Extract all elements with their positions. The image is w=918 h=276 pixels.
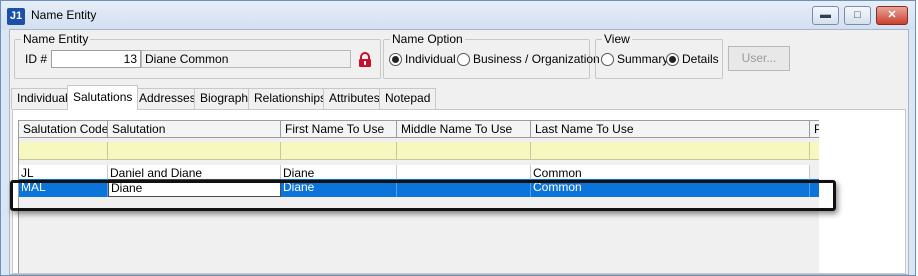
cell-middle-name[interactable] [397, 179, 531, 197]
tab-salutations[interactable]: Salutations [67, 85, 139, 110]
cell-salutation-code[interactable]: MAL [19, 179, 108, 197]
id-label: ID # [25, 52, 48, 66]
details-radio-label[interactable]: Details [682, 52, 719, 66]
tab-attributes[interactable]: Attributes [323, 88, 386, 109]
filter-middle-name[interactable] [397, 142, 531, 160]
name-option-group-label: Name Option [390, 32, 465, 46]
id-field[interactable]: 13 [51, 50, 141, 68]
column-header-first-name[interactable]: First Name To Use [281, 121, 397, 138]
tab-addresses[interactable]: Addresses [133, 88, 202, 109]
filter-salutation-code[interactable] [19, 142, 108, 160]
app-icon: J1 [7, 8, 25, 25]
column-header-middle-name[interactable]: Middle Name To Use [397, 121, 531, 138]
summary-radio-label[interactable]: Summary [617, 52, 668, 66]
column-header-pr[interactable]: Pr [810, 121, 819, 138]
details-radio[interactable] [666, 53, 679, 66]
filter-salutation[interactable] [108, 142, 281, 160]
business-organization-radio-label[interactable]: Business / Organization [473, 52, 600, 66]
user-button[interactable]: User... [728, 46, 790, 71]
summary-radio[interactable] [601, 53, 614, 66]
maximize-icon: □ [854, 9, 861, 21]
business-organization-radio[interactable] [457, 53, 470, 66]
name-entity-group: Name Entity ID # 13 Diane Common [14, 32, 381, 79]
salutations-tab-panel: Salutation Code Salutation First Name To… [12, 109, 906, 274]
name-option-group: Name Option Individual Business / Organi… [383, 32, 600, 79]
lock-icon [358, 52, 372, 71]
maximize-button[interactable]: □ [844, 6, 871, 25]
tab-notepad[interactable]: Notepad [379, 88, 437, 109]
view-group-label: View [602, 32, 632, 46]
name-field: Diane Common [141, 50, 351, 68]
cell-salutation-editor[interactable]: Diane [108, 179, 281, 197]
minimize-icon: ▬ [820, 9, 831, 21]
column-header-last-name[interactable]: Last Name To Use [531, 121, 810, 138]
close-button[interactable]: ✕ [876, 6, 908, 25]
cell-first-name[interactable]: Diane [281, 179, 397, 197]
salutations-grid: Salutation Code Salutation First Name To… [18, 120, 819, 273]
title-bar[interactable]: J1 Name Entity ▬ □ ✕ [1, 1, 915, 29]
column-header-salutation[interactable]: Salutation [108, 121, 281, 138]
tab-individual[interactable]: Individual [11, 88, 74, 109]
tab-biograph[interactable]: Biograph [194, 88, 255, 109]
filter-last-name[interactable] [531, 142, 810, 160]
close-icon: ✕ [887, 9, 897, 21]
filter-first-name[interactable] [281, 142, 397, 160]
individual-radio-label[interactable]: Individual [405, 52, 456, 66]
view-group: View Summary Details [595, 32, 723, 79]
window-client-area: Name Entity ID # 13 Diane Common Name Op… [9, 29, 909, 275]
name-entity-window: J1 Name Entity ▬ □ ✕ Name Entity ID # 13… [0, 0, 916, 276]
cell-last-name[interactable]: Common [531, 179, 810, 197]
name-entity-group-label: Name Entity [21, 32, 91, 46]
minimize-button[interactable]: ▬ [812, 6, 839, 25]
individual-radio[interactable] [389, 53, 402, 66]
filter-pr[interactable] [810, 142, 819, 160]
cell-pr[interactable] [810, 179, 819, 197]
tab-relationships[interactable]: Relationships [248, 88, 333, 109]
window-title: Name Entity [31, 8, 97, 22]
column-header-salutation-code[interactable]: Salutation Code [19, 121, 108, 138]
